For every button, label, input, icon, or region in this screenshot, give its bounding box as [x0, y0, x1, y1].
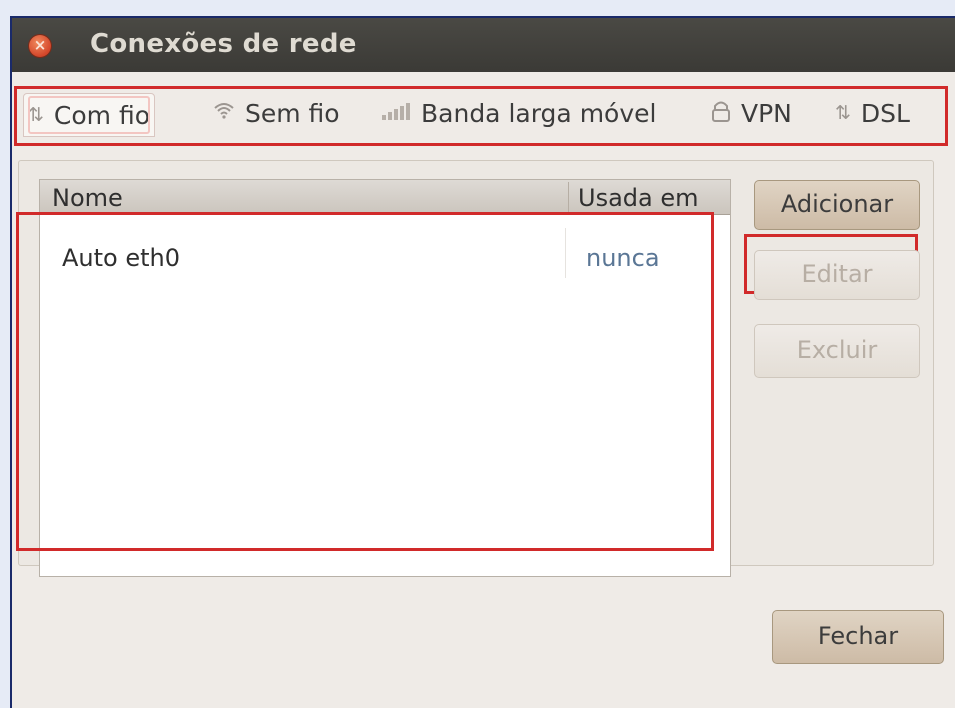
- window-title: Conexões de rede: [90, 29, 357, 59]
- list-item[interactable]: Auto eth0 nunca: [62, 244, 722, 284]
- active-tab-highlight: [28, 96, 151, 134]
- edit-button[interactable]: Editar: [754, 250, 920, 300]
- tab-dsl[interactable]: ⇅ DSL: [835, 89, 910, 137]
- delete-button[interactable]: Excluir: [754, 324, 920, 378]
- tab-vpn-label: VPN: [741, 98, 792, 128]
- wireless-icon: [213, 102, 235, 125]
- tab-vpn[interactable]: VPN: [711, 89, 792, 137]
- tab-wired[interactable]: ⇅ Com fio: [23, 93, 156, 137]
- title-bar: Conexões de rede: [12, 18, 955, 72]
- close-button[interactable]: Fechar: [772, 610, 944, 664]
- tab-wireless[interactable]: Sem fio: [213, 89, 340, 137]
- connection-name: Auto eth0: [62, 244, 181, 272]
- tab-mobile-broadband-label: Banda larga móvel: [421, 98, 657, 128]
- connection-type-tabs: ⇅ Com fio Sem fio Banda larga móvel VPN …: [14, 86, 948, 146]
- connection-last-used: nunca: [586, 244, 660, 272]
- vpn-lock-icon: [711, 99, 731, 128]
- close-window-icon[interactable]: [29, 35, 51, 57]
- column-header-name[interactable]: Nome: [52, 184, 123, 212]
- mobile-broadband-icon: [381, 101, 411, 126]
- add-button[interactable]: Adicionar: [754, 180, 920, 230]
- tab-mobile-broadband[interactable]: Banda larga móvel: [381, 89, 656, 137]
- dsl-icon: ⇅: [835, 102, 851, 124]
- tab-wireless-label: Sem fio: [245, 98, 340, 128]
- tab-dsl-label: DSL: [860, 98, 910, 128]
- column-divider: [568, 182, 569, 212]
- list-header: Nome Usada em: [40, 180, 730, 215]
- column-header-used[interactable]: Usada em: [578, 184, 699, 212]
